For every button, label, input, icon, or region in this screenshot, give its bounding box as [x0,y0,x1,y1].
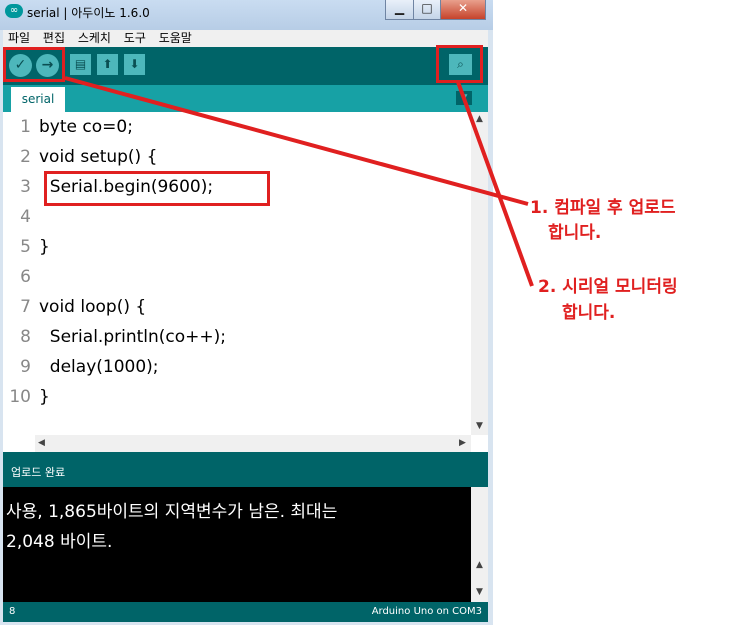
arrow-line-step1 [64,76,529,206]
annotation-step1-line2: 합니다. [548,223,602,243]
arrow-line-step2 [456,81,534,287]
annotation-step2-line2: 합니다. [562,303,616,323]
annotation-step1-line1: 1. 컴파일 후 업로드 [530,198,676,218]
annotation-step2-line1: 2. 시리얼 모니터링 [538,277,678,297]
annotation-arrows [64,76,534,287]
